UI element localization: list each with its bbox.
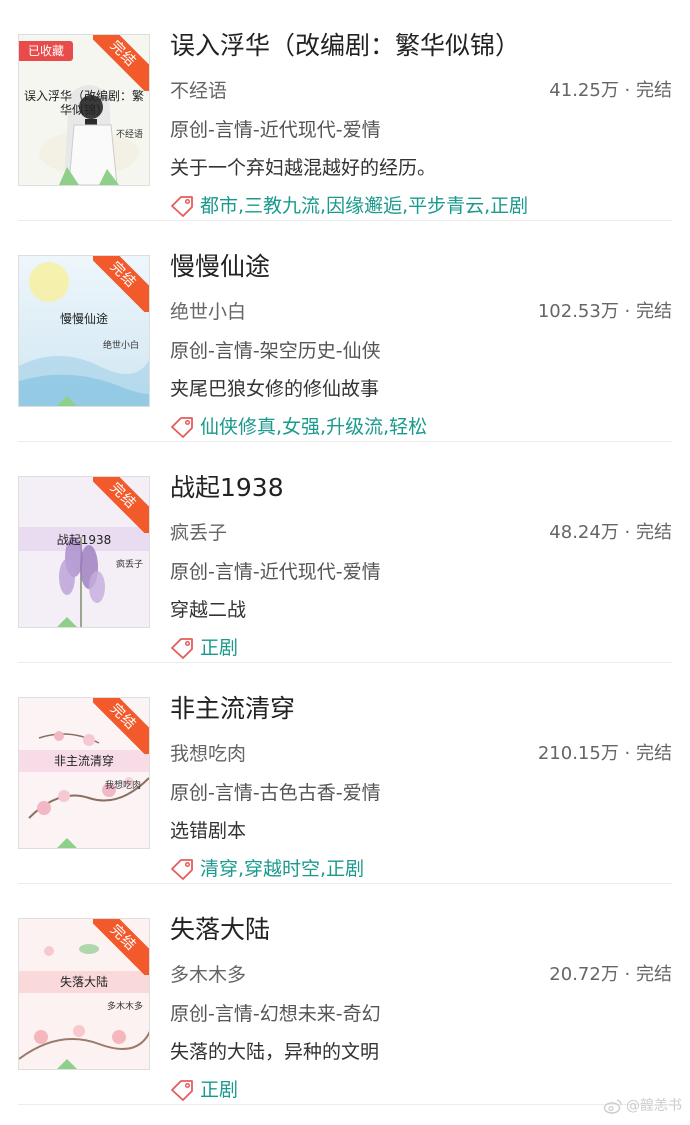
- book-item[interactable]: 战起1938 疯丢子 完结 战起1938 疯丢子 48.24万 · 完结 原创-…: [0, 442, 690, 663]
- book-author[interactable]: 不经语: [170, 78, 227, 104]
- cover-title: 非主流清穿: [53, 754, 114, 768]
- book-stats: 102.53万 · 完结: [537, 301, 672, 322]
- tag-list[interactable]: 仙侠修真,女强,升级流,轻松: [200, 414, 427, 440]
- completed-ribbon: 完结: [93, 919, 149, 975]
- book-stats: 210.15万 · 完结: [537, 743, 672, 764]
- book-author[interactable]: 疯丢子: [170, 520, 227, 546]
- book-category: 原创-言情-架空历史-仙侠: [170, 340, 381, 362]
- book-tags: 仙侠修真,女强,升级流,轻松: [170, 414, 427, 442]
- book-stats: 20.72万 · 完结: [549, 964, 672, 985]
- book-author[interactable]: 多木木多: [170, 962, 246, 988]
- tag-icon: [171, 638, 193, 659]
- book-tags: 正剧: [170, 1077, 238, 1105]
- book-cover[interactable]: 失落大陆 多木木多 完结: [18, 918, 150, 1070]
- book-cover[interactable]: 误入浮华（改编剧：繁华似锦） 不经语 完结 已收藏: [18, 34, 150, 186]
- completed-ribbon: 完结: [93, 35, 149, 91]
- completed-ribbon: 完结: [93, 698, 149, 754]
- book-info: 战起1938 疯丢子 48.24万 · 完结 原创-言情-近代现代-爱情 穿越二…: [170, 442, 672, 663]
- book-description: 穿越二战: [170, 599, 247, 621]
- book-tags: 都市,三教九流,因缘邂逅,平步青云,正剧: [170, 193, 528, 221]
- book-description: 夹尾巴狼女修的修仙故事: [170, 378, 380, 400]
- cover-author: 绝世小白: [102, 341, 139, 351]
- weibo-icon: [603, 1099, 622, 1114]
- book-author[interactable]: 我想吃肉: [170, 741, 246, 767]
- tag-icon: [171, 196, 193, 217]
- book-item[interactable]: 误入浮华（改编剧：繁华似锦） 不经语 完结 已收藏 误入浮华（改编剧：繁华似锦）…: [0, 0, 690, 221]
- book-title[interactable]: 失落大陆: [170, 914, 270, 946]
- tag-list[interactable]: 都市,三教九流,因缘邂逅,平步青云,正剧: [200, 193, 528, 219]
- cover-author: 不经语: [115, 130, 143, 140]
- divider: [18, 1104, 672, 1105]
- tag-list[interactable]: 正剧: [200, 1077, 238, 1103]
- book-info: 失落大陆 多木木多 20.72万 · 完结 原创-言情-幻想未来-奇幻 失落的大…: [170, 884, 672, 1105]
- cover-author: 多木木多: [106, 1002, 143, 1012]
- cover-title: 失落大陆: [59, 975, 108, 989]
- cover-title: 误入浮华（改编剧：繁华似锦）: [23, 89, 144, 117]
- book-cover[interactable]: 慢慢仙途 绝世小白 完结: [18, 255, 150, 407]
- book-title[interactable]: 非主流清穿: [170, 693, 295, 725]
- tag-list[interactable]: 清穿,穿越时空,正剧: [200, 856, 364, 882]
- cover-title: 战起1938: [56, 533, 112, 547]
- book-category: 原创-言情-近代现代-爱情: [170, 561, 381, 583]
- book-description: 失落的大陆，异种的文明: [170, 1041, 380, 1063]
- completed-ribbon: 完结: [93, 477, 149, 533]
- watermark: @韹恙书: [603, 1095, 682, 1115]
- book-info: 慢慢仙途 绝世小白 102.53万 · 完结 原创-言情-架空历史-仙侠 夹尾巴…: [170, 221, 672, 442]
- tag-icon: [171, 417, 193, 438]
- book-title[interactable]: 战起1938: [170, 472, 284, 504]
- tag-icon: [171, 1080, 193, 1101]
- tag-icon: [171, 859, 193, 880]
- cover-title: 慢慢仙途: [59, 312, 108, 326]
- book-info: 误入浮华（改编剧：繁华似锦） 不经语 41.25万 · 完结 原创-言情-近代现…: [170, 0, 672, 221]
- tag-list[interactable]: 正剧: [200, 635, 238, 661]
- book-item[interactable]: 失落大陆 多木木多 完结 失落大陆 多木木多 20.72万 · 完结 原创-言情…: [0, 884, 690, 1105]
- completed-ribbon: 完结: [93, 256, 149, 312]
- book-category: 原创-言情-幻想未来-奇幻: [170, 1003, 381, 1025]
- book-item[interactable]: 慢慢仙途 绝世小白 完结 慢慢仙途 绝世小白 102.53万 · 完结 原创-言…: [0, 221, 690, 442]
- cover-author: 我想吃肉: [104, 781, 141, 791]
- book-category: 原创-言情-古色古香-爱情: [170, 782, 381, 804]
- book-cover[interactable]: 战起1938 疯丢子 完结: [18, 476, 150, 628]
- book-title[interactable]: 慢慢仙途: [170, 251, 270, 283]
- book-tags: 正剧: [170, 635, 238, 663]
- collected-badge: 已收藏: [19, 41, 73, 61]
- book-stats: 48.24万 · 完结: [549, 522, 672, 543]
- book-tags: 清穿,穿越时空,正剧: [170, 856, 364, 884]
- watermark-text: @韹恙书: [626, 1098, 682, 1114]
- book-author[interactable]: 绝世小白: [170, 299, 246, 325]
- book-stats: 41.25万 · 完结: [549, 80, 672, 101]
- book-item[interactable]: 非主流清穿 我想吃肉 完结 非主流清穿 我想吃肉 210.15万 · 完结 原创…: [0, 663, 690, 884]
- book-title[interactable]: 误入浮华（改编剧：繁华似锦）: [170, 30, 520, 62]
- book-cover[interactable]: 非主流清穿 我想吃肉 完结: [18, 697, 150, 849]
- book-description: 选错剧本: [170, 820, 247, 842]
- cover-author: 疯丢子: [115, 560, 143, 570]
- book-category: 原创-言情-近代现代-爱情: [170, 119, 381, 141]
- book-description: 关于一个弃妇越混越好的经历。: [170, 157, 437, 179]
- book-info: 非主流清穿 我想吃肉 210.15万 · 完结 原创-言情-古色古香-爱情 选错…: [170, 663, 672, 884]
